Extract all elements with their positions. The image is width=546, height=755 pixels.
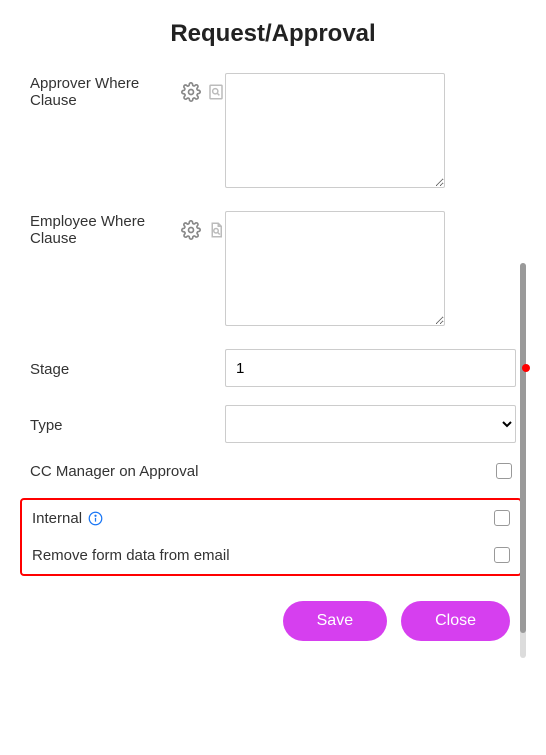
cc-manager-checkbox[interactable]	[496, 463, 512, 479]
employee-where-input[interactable]	[225, 211, 445, 326]
row-approver-where: Approver Where Clause	[30, 73, 516, 193]
required-indicator-icon	[522, 364, 530, 372]
employee-where-label-col: Employee Where Clause	[30, 211, 225, 247]
page-title: Request/Approval	[30, 20, 516, 48]
save-button[interactable]: Save	[283, 601, 387, 641]
row-cc-manager: CC Manager on Approval	[30, 461, 516, 480]
stage-label: Stage	[30, 359, 225, 378]
form-area: Approver Where Clause	[30, 73, 516, 641]
type-label: Type	[30, 415, 225, 434]
search-doc-icon[interactable]	[207, 221, 225, 239]
gear-icon[interactable]	[181, 220, 201, 240]
remove-form-data-label: Remove form data from email	[32, 545, 230, 564]
type-select[interactable]	[225, 405, 516, 443]
approver-where-label-col: Approver Where Clause	[30, 73, 225, 109]
scrollbar[interactable]	[520, 263, 526, 658]
gear-icon[interactable]	[181, 82, 201, 102]
row-remove-form-data: Remove form data from email	[32, 545, 514, 564]
row-internal: Internal	[32, 508, 514, 527]
employee-where-label: Employee Where Clause	[30, 213, 175, 247]
row-employee-where: Employee Where Clause	[30, 211, 516, 331]
stage-input[interactable]	[225, 349, 516, 387]
search-sheet-icon[interactable]	[207, 83, 225, 101]
info-icon[interactable]	[88, 511, 103, 526]
row-stage: Stage	[30, 349, 516, 387]
internal-checkbox[interactable]	[494, 510, 510, 526]
remove-form-data-checkbox[interactable]	[494, 547, 510, 563]
close-button[interactable]: Close	[401, 601, 510, 641]
cc-manager-label: CC Manager on Approval	[30, 461, 198, 480]
button-row: Save Close	[30, 601, 516, 641]
scrollbar-thumb[interactable]	[520, 263, 526, 633]
approver-where-input[interactable]	[225, 73, 445, 188]
highlight-box: Internal Remove form data from email	[20, 498, 522, 576]
row-type: Type	[30, 405, 516, 443]
approver-where-label: Approver Where Clause	[30, 75, 175, 109]
internal-label: Internal	[32, 510, 82, 527]
